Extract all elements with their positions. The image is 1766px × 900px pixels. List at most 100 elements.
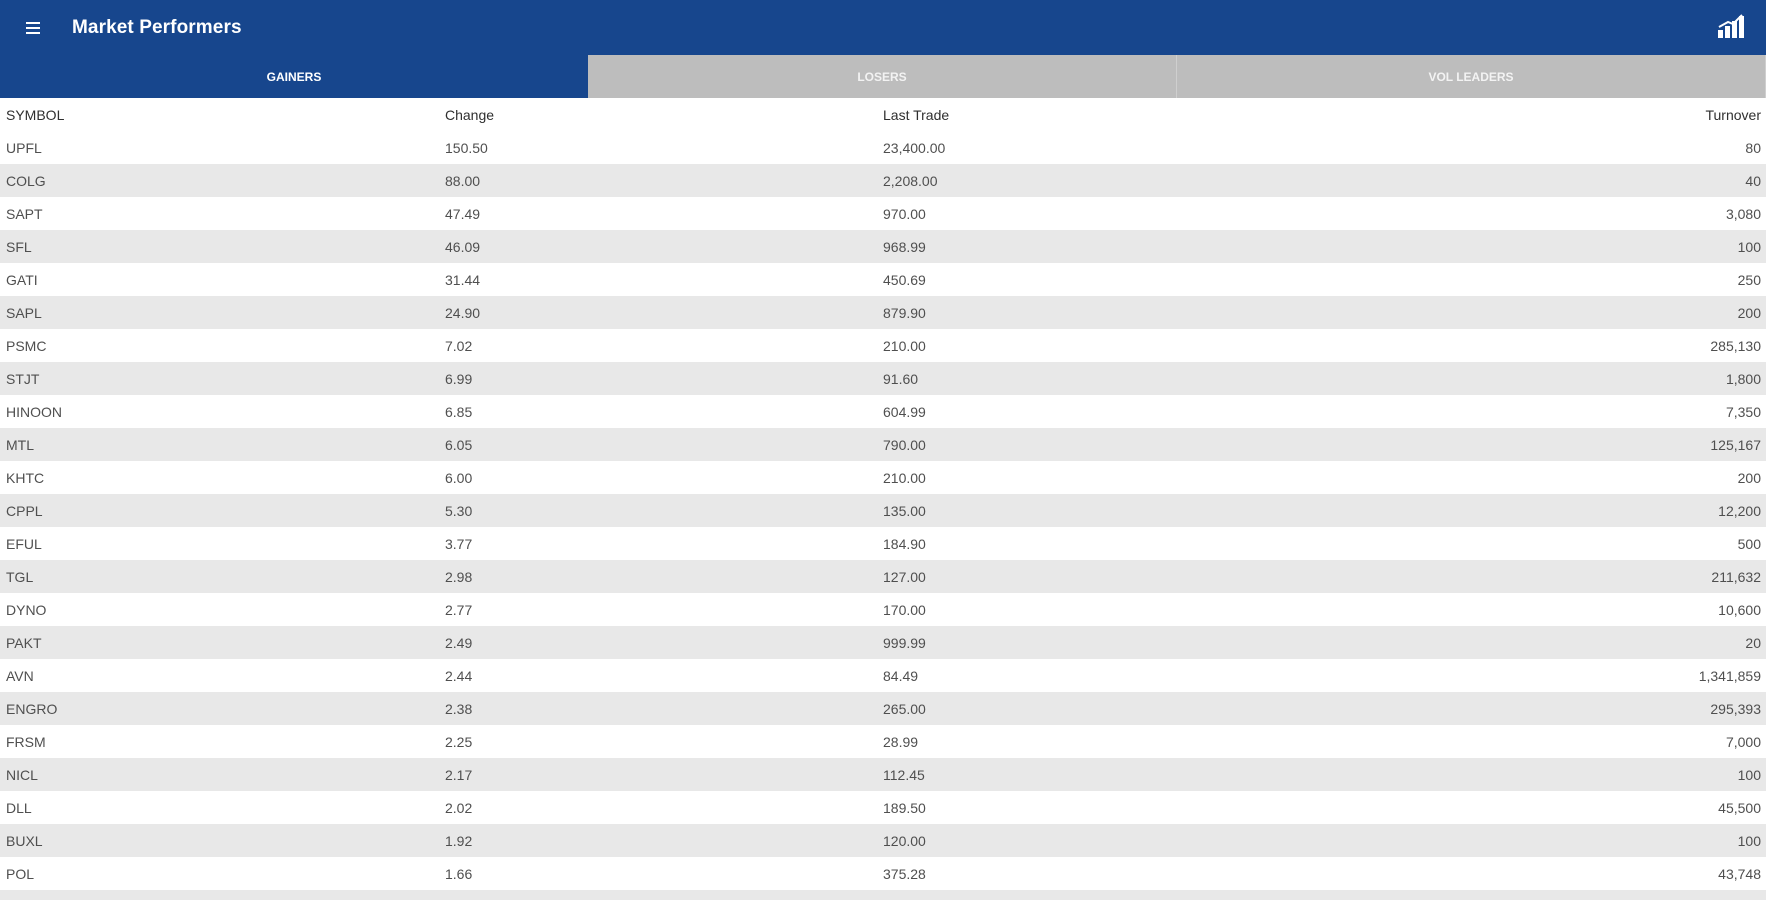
turnover-cell: 250 bbox=[1737, 271, 1761, 288]
table-row[interactable]: STJT 6.99 91.60 1,800 bbox=[0, 362, 1766, 395]
table-row[interactable]: DYNO 2.77 170.00 10,600 bbox=[0, 593, 1766, 626]
last-trade-cell: 135.00 bbox=[883, 502, 926, 519]
last-trade-cell: 91.60 bbox=[883, 370, 919, 387]
last-trade-cell: 970.00 bbox=[883, 205, 926, 222]
table-row[interactable] bbox=[0, 890, 1766, 900]
table-row[interactable]: SFL 46.09 968.99 100 bbox=[0, 230, 1766, 263]
tab-losers[interactable]: LOSERS bbox=[588, 55, 1177, 98]
turnover-cell: 500 bbox=[1737, 535, 1761, 552]
table-row[interactable]: PAKT 2.49 999.99 20 bbox=[0, 626, 1766, 659]
column-turnover-header: Turnover bbox=[1705, 106, 1761, 123]
table-row[interactable]: ENGRO 2.38 265.00 295,393 bbox=[0, 692, 1766, 725]
last-trade-cell: 968.99 bbox=[883, 238, 926, 255]
table-row[interactable]: EFUL 3.77 184.90 500 bbox=[0, 527, 1766, 560]
app-root: Market Performers GAINERS LOSERS VOL LEA… bbox=[0, 0, 1766, 900]
hamburger-menu-icon[interactable] bbox=[16, 11, 50, 45]
symbol-cell: POL bbox=[6, 865, 35, 882]
change-cell: 2.98 bbox=[445, 568, 473, 585]
symbol-cell: SFL bbox=[6, 238, 32, 255]
table-row[interactable]: FRSM 2.25 28.99 7,000 bbox=[0, 725, 1766, 758]
symbol-cell: FRSM bbox=[6, 733, 46, 750]
change-cell: 24.90 bbox=[445, 304, 481, 321]
performers-table: SYMBOL Change Last Trade Turnover UPFL 1… bbox=[0, 98, 1766, 900]
turnover-cell: 295,393 bbox=[1710, 700, 1761, 717]
table-row[interactable]: DLL 2.02 189.50 45,500 bbox=[0, 791, 1766, 824]
table-row[interactable]: POL 1.66 375.28 43,748 bbox=[0, 857, 1766, 890]
symbol-cell: HINOON bbox=[6, 403, 62, 420]
change-cell: 46.09 bbox=[445, 238, 481, 255]
tab-vol-leaders[interactable]: VOL LEADERS bbox=[1177, 55, 1766, 98]
table-row[interactable]: MTL 6.05 790.00 125,167 bbox=[0, 428, 1766, 461]
last-trade-cell: 604.99 bbox=[883, 403, 926, 420]
column-last-trade-header: Last Trade bbox=[883, 106, 950, 123]
table-row[interactable]: GATI 31.44 450.69 250 bbox=[0, 263, 1766, 296]
last-trade-cell: 23,400.00 bbox=[883, 139, 946, 156]
change-cell: 88.00 bbox=[445, 172, 481, 189]
symbol-cell: NICL bbox=[6, 766, 38, 783]
change-cell: 2.77 bbox=[445, 601, 473, 618]
turnover-cell: 285,130 bbox=[1710, 337, 1761, 354]
change-cell: 6.05 bbox=[445, 436, 473, 453]
table-row[interactable]: HINOON 6.85 604.99 7,350 bbox=[0, 395, 1766, 428]
symbol-cell: ENGRO bbox=[6, 700, 58, 717]
symbol-cell: COLG bbox=[6, 172, 46, 189]
last-trade-cell: 170.00 bbox=[883, 601, 926, 618]
turnover-cell: 45,500 bbox=[1718, 799, 1761, 816]
table-row[interactable]: COLG 88.00 2,208.00 40 bbox=[0, 164, 1766, 197]
change-cell: 3.77 bbox=[445, 535, 473, 552]
symbol-cell: PSMC bbox=[6, 337, 47, 354]
change-cell: 2.49 bbox=[445, 634, 473, 651]
table-row[interactable]: NICL 2.17 112.45 100 bbox=[0, 758, 1766, 791]
symbol-cell: DLL bbox=[6, 799, 32, 816]
turnover-cell: 100 bbox=[1737, 238, 1761, 255]
turnover-cell: 12,200 bbox=[1718, 502, 1761, 519]
symbol-cell: SAPT bbox=[6, 205, 43, 222]
change-cell: 2.44 bbox=[445, 667, 473, 684]
tab-gainers[interactable]: GAINERS bbox=[0, 55, 588, 98]
last-trade-cell: 28.99 bbox=[883, 733, 919, 750]
top-app-bar: Market Performers bbox=[0, 0, 1766, 55]
turnover-cell: 7,350 bbox=[1725, 403, 1761, 420]
symbol-cell: TGL bbox=[6, 568, 34, 585]
symbol-cell: MTL bbox=[6, 436, 34, 453]
turnover-cell: 10,600 bbox=[1718, 601, 1761, 618]
turnover-cell: 40 bbox=[1745, 172, 1761, 189]
turnover-cell: 1,341,859 bbox=[1698, 667, 1761, 684]
table-row[interactable]: CPPL 5.30 135.00 12,200 bbox=[0, 494, 1766, 527]
last-trade-cell: 210.00 bbox=[883, 337, 926, 354]
table-row[interactable]: TGL 2.98 127.00 211,632 bbox=[0, 560, 1766, 593]
symbol-cell: BUXL bbox=[6, 832, 43, 849]
symbol-cell: AVN bbox=[6, 667, 34, 684]
last-trade-cell: 127.00 bbox=[883, 568, 926, 585]
change-cell: 150.50 bbox=[445, 139, 488, 156]
table-row[interactable]: BUXL 1.92 120.00 100 bbox=[0, 824, 1766, 857]
last-trade-cell: 999.99 bbox=[883, 634, 926, 651]
turnover-cell: 211,632 bbox=[1711, 568, 1761, 585]
last-trade-cell: 790.00 bbox=[883, 436, 926, 453]
last-trade-cell: 879.90 bbox=[883, 304, 926, 321]
change-cell: 1.92 bbox=[445, 832, 473, 849]
change-cell: 2.17 bbox=[445, 766, 473, 783]
turnover-cell: 1,800 bbox=[1725, 370, 1761, 387]
table-row[interactable]: SAPL 24.90 879.90 200 bbox=[0, 296, 1766, 329]
last-trade-cell: 265.00 bbox=[883, 700, 926, 717]
last-trade-cell: 450.69 bbox=[883, 271, 926, 288]
table-row[interactable]: KHTC 6.00 210.00 200 bbox=[0, 461, 1766, 494]
last-trade-cell: 184.90 bbox=[883, 535, 926, 552]
change-cell: 1.66 bbox=[445, 865, 473, 882]
symbol-cell: DYNO bbox=[6, 601, 47, 618]
table-row[interactable]: PSMC 7.02 210.00 285,130 bbox=[0, 329, 1766, 362]
change-cell: 2.38 bbox=[445, 700, 473, 717]
last-trade-cell: 2,208.00 bbox=[883, 172, 938, 189]
table-row[interactable]: AVN 2.44 84.49 1,341,859 bbox=[0, 659, 1766, 692]
symbol-cell: KHTC bbox=[6, 469, 45, 486]
table-row[interactable]: SAPT 47.49 970.00 3,080 bbox=[0, 197, 1766, 230]
bar-chart-icon[interactable] bbox=[1714, 10, 1748, 44]
last-trade-cell: 189.50 bbox=[883, 799, 926, 816]
turnover-cell: 20 bbox=[1745, 634, 1761, 651]
column-symbol-header: SYMBOL bbox=[6, 106, 65, 123]
change-cell: 6.85 bbox=[445, 403, 473, 420]
table-row[interactable]: UPFL 150.50 23,400.00 80 bbox=[0, 131, 1766, 164]
last-trade-cell: 84.49 bbox=[883, 667, 919, 684]
market-tabs: GAINERS LOSERS VOL LEADERS bbox=[0, 55, 1766, 98]
